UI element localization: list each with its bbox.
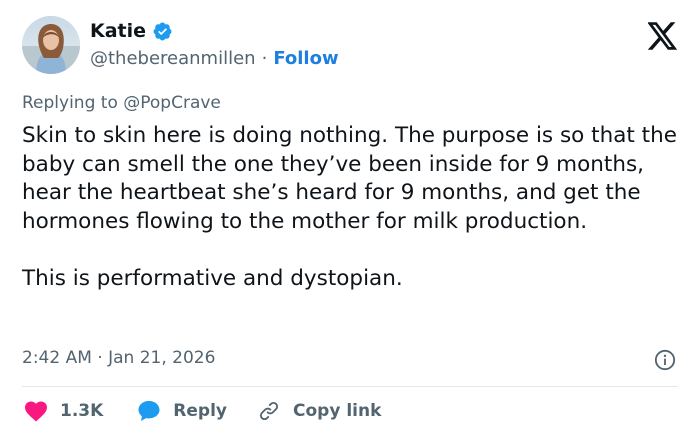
- like-button[interactable]: 1.3K: [24, 400, 103, 422]
- reply-label: Reply: [173, 401, 227, 421]
- reply-button[interactable]: Reply: [137, 400, 227, 422]
- heart-icon: [25, 401, 47, 422]
- author-handle[interactable]: @thebereanmillen: [90, 48, 256, 69]
- tweet-paragraph: Skin to skin here is doing nothing. The …: [22, 123, 677, 234]
- like-count: 1.3K: [60, 401, 104, 421]
- action-bar: 1.3K Reply Copy link: [24, 400, 381, 422]
- x-logo-icon[interactable]: [648, 22, 678, 50]
- reply-context: Replying to @PopCrave: [22, 93, 221, 113]
- follow-button[interactable]: Follow: [273, 48, 338, 69]
- avatar[interactable]: [22, 16, 80, 74]
- tweet-timestamp[interactable]: 2:42 AM · Jan 21, 2026: [22, 348, 215, 368]
- reply-context-prefix: Replying to: [22, 93, 118, 113]
- tweet-body: Skin to skin here is doing nothing. The …: [22, 122, 682, 293]
- author-display-name[interactable]: Katie: [90, 20, 146, 42]
- reply-mention-link[interactable]: @PopCrave: [123, 93, 221, 113]
- divider: [22, 386, 678, 387]
- author-name-row: Katie: [90, 20, 173, 42]
- reply-bubble-icon: [138, 401, 160, 421]
- separator-dot: ·: [261, 48, 268, 69]
- info-icon[interactable]: [654, 349, 676, 371]
- author-handle-row: @thebereanmillen · Follow: [90, 48, 339, 69]
- link-icon: [259, 401, 279, 421]
- copy-link-button[interactable]: Copy link: [257, 400, 381, 422]
- tweet-card: Katie @thebereanmillen · Follow Replying…: [0, 0, 700, 440]
- avatar-image: [22, 16, 80, 74]
- verified-badge-icon: [153, 22, 172, 40]
- copy-link-label: Copy link: [293, 401, 382, 421]
- tweet-paragraph: This is performative and dystopian.: [22, 265, 403, 291]
